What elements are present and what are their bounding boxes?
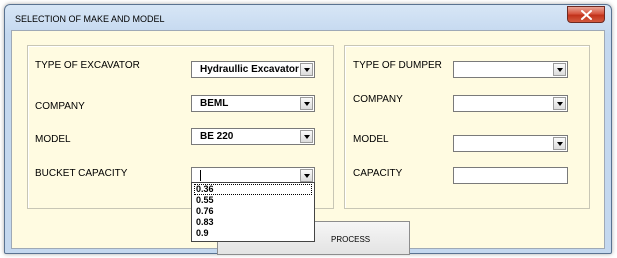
chevron-down-icon bbox=[557, 102, 563, 106]
dumper-company-select[interactable] bbox=[453, 95, 568, 112]
dumper-type-select[interactable] bbox=[453, 61, 568, 78]
bucket-capacity-option[interactable]: 0.36 bbox=[194, 184, 312, 195]
bucket-capacity-label: BUCKET CAPACITY bbox=[35, 168, 128, 179]
bucket-capacity-option[interactable]: 0.9 bbox=[194, 228, 312, 239]
excavator-model-dropdown-button[interactable] bbox=[300, 130, 313, 143]
window-title: SELECTION OF MAKE AND MODEL bbox=[15, 14, 165, 24]
excavator-model-label: MODEL bbox=[35, 134, 71, 145]
bucket-capacity-options-list[interactable]: 0.36 0.55 0.76 0.83 0.9 bbox=[191, 182, 315, 242]
dumper-capacity-label: CAPACITY bbox=[353, 168, 403, 179]
excavator-company-dropdown-button[interactable] bbox=[300, 97, 313, 110]
chevron-down-icon bbox=[557, 142, 563, 146]
text-cursor bbox=[200, 170, 201, 181]
excavator-type-select[interactable]: Hydraullic Excavator bbox=[191, 61, 315, 78]
excavator-model-select[interactable]: BE 220 bbox=[191, 128, 315, 145]
chevron-down-icon bbox=[557, 68, 563, 72]
excavator-type-value: Hydraullic Excavator bbox=[200, 64, 299, 75]
close-icon bbox=[581, 10, 592, 20]
close-button[interactable] bbox=[567, 6, 605, 23]
dumper-type-dropdown-button[interactable] bbox=[553, 63, 566, 76]
excavator-model-value: BE 220 bbox=[200, 131, 234, 142]
dumper-company-label: COMPANY bbox=[353, 94, 403, 105]
process-button-label: PROCESS bbox=[331, 235, 371, 244]
excavator-type-dropdown-button[interactable] bbox=[300, 63, 313, 76]
bucket-capacity-option[interactable]: 0.83 bbox=[194, 217, 312, 228]
excavator-company-select[interactable]: BEML bbox=[191, 95, 315, 112]
dumper-model-dropdown-button[interactable] bbox=[553, 137, 566, 150]
dumper-model-label: MODEL bbox=[353, 134, 389, 145]
dumper-model-select[interactable] bbox=[453, 135, 568, 152]
dumper-type-label: TYPE OF DUMPER bbox=[353, 60, 442, 71]
chevron-down-icon bbox=[304, 102, 310, 106]
chevron-down-icon bbox=[304, 135, 310, 139]
bucket-capacity-option[interactable]: 0.55 bbox=[194, 195, 312, 206]
excavator-company-label: COMPANY bbox=[35, 101, 85, 112]
bucket-capacity-dropdown-button[interactable] bbox=[300, 169, 313, 182]
excavator-type-label: TYPE OF EXCAVATOR bbox=[35, 60, 140, 71]
dumper-capacity-input[interactable] bbox=[453, 167, 568, 184]
bucket-capacity-option[interactable]: 0.76 bbox=[194, 206, 312, 217]
excavator-company-value: BEML bbox=[200, 98, 229, 109]
dumper-company-dropdown-button[interactable] bbox=[553, 97, 566, 110]
dialog-window: SELECTION OF MAKE AND MODEL TYPE OF EXCA… bbox=[4, 4, 612, 255]
form-area: TYPE OF EXCAVATOR Hydraullic Excavator C… bbox=[11, 30, 605, 255]
chevron-down-icon bbox=[304, 68, 310, 72]
chevron-down-icon bbox=[304, 174, 310, 178]
